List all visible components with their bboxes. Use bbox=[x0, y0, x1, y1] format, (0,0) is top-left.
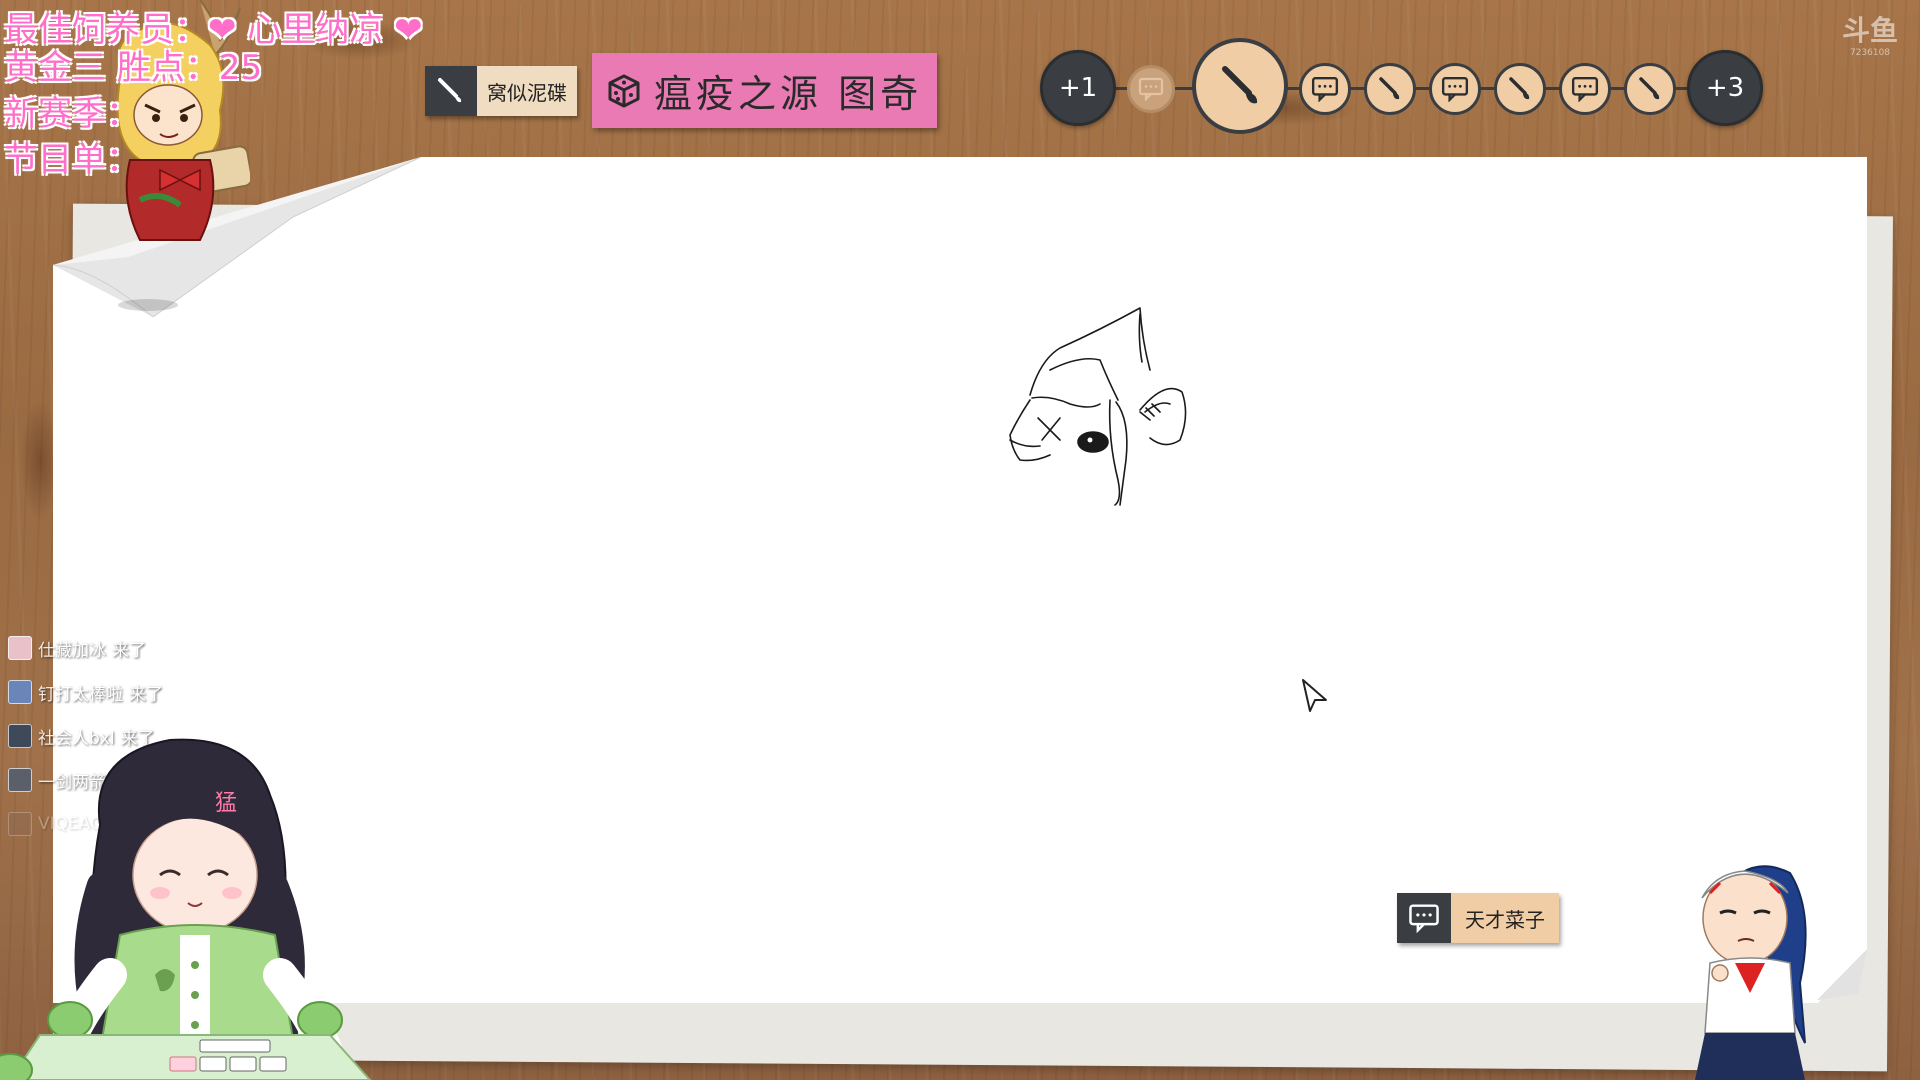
overlay-best-keeper: 最佳饲养员：❤ 心里纳凉 ❤ bbox=[4, 10, 423, 50]
turn-order-bar: +1 +3 bbox=[1035, 38, 1765, 138]
turn-node-current-draw bbox=[1192, 38, 1288, 134]
platform-logo: 斗鱼 bbox=[1841, 14, 1898, 47]
platform-watermark: 斗鱼 7236108 bbox=[1840, 16, 1900, 78]
overlay-program-list: 节目单： bbox=[4, 140, 140, 180]
viewer-avatar bbox=[8, 680, 32, 704]
overlay-rank-points: 黄金三 胜点：25 bbox=[4, 48, 263, 88]
brush-icon bbox=[1379, 77, 1400, 100]
chat-message: 来了 bbox=[112, 640, 146, 661]
turn-node-guess-faded bbox=[1127, 65, 1175, 113]
current-drawer-tag: 窝似泥碟 bbox=[425, 66, 577, 116]
hair-tag-text: 猛 bbox=[215, 791, 237, 816]
viewer-name: 钉打太棒啦 bbox=[38, 684, 123, 705]
mouse-cursor-icon bbox=[1302, 679, 1327, 712]
turn-node-guess bbox=[1429, 63, 1481, 115]
chat-message: 来了 bbox=[129, 684, 163, 705]
viewer-name: 仕藏加冰 bbox=[38, 640, 106, 661]
viewer-avatar bbox=[8, 636, 32, 660]
chat-item: 仕藏加冰 来了 bbox=[8, 626, 258, 670]
game-stage: 最佳饲养员：❤ 心里纳凉 ❤ 黄金三 胜点：25 新赛季： 节目单： 窝似泥碟 bbox=[0, 0, 1920, 1080]
turn-node-draw bbox=[1624, 63, 1676, 115]
chat-item: 钉打太棒啦 来了 bbox=[8, 670, 258, 714]
brush-icon bbox=[425, 66, 477, 116]
current-drawer-name: 窝似泥碟 bbox=[477, 66, 577, 116]
guesser-name: 天才菜子 bbox=[1451, 893, 1559, 943]
brush-icon bbox=[1509, 77, 1530, 100]
vtuber-avatar: 猛 bbox=[0, 738, 372, 1080]
room-id: 7236108 bbox=[1849, 48, 1891, 58]
turn-node-draw bbox=[1364, 63, 1416, 115]
chat-bubble-icon bbox=[1441, 77, 1469, 102]
chat-bubble-icon bbox=[1571, 77, 1599, 102]
brush-icon bbox=[1222, 66, 1258, 104]
player-sketch bbox=[1009, 307, 1187, 506]
chat-bubble-icon bbox=[1138, 77, 1164, 101]
turn-overflow-right[interactable]: +3 bbox=[1687, 50, 1763, 126]
turn-overflow-left[interactable]: +1 bbox=[1040, 50, 1116, 126]
dice-icon bbox=[608, 74, 640, 107]
brush-icon bbox=[1639, 77, 1660, 100]
turn-node-guess bbox=[1299, 63, 1351, 115]
chat-bubble-icon bbox=[1397, 893, 1451, 943]
turn-node-guess bbox=[1559, 63, 1611, 115]
prompt-title: 瘟疫之源 图奇 bbox=[654, 72, 923, 116]
sidekick-character bbox=[1695, 865, 1807, 1080]
turn-node-draw bbox=[1494, 63, 1546, 115]
chat-bubble-icon bbox=[1311, 77, 1339, 102]
guesser-tag: 天才菜子 bbox=[1397, 893, 1559, 943]
overlay-new-season: 新赛季： bbox=[4, 94, 140, 134]
prompt-title-box: 瘟疫之源 图奇 bbox=[592, 53, 937, 128]
